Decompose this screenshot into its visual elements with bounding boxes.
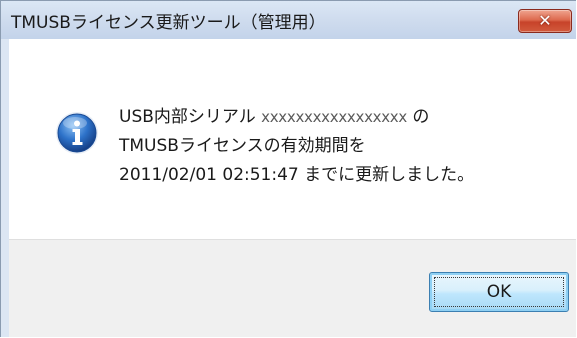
title-bar[interactable]: TMUSBライセンス更新ツール（管理用） ✕ (1, 1, 576, 39)
serial-label: USB内部シリアル (119, 107, 256, 127)
message-line-3: 2011/02/01 02:51:47 までに更新しました。 (119, 165, 475, 185)
message-text: USB内部シリアル xxxxxxxxxxxxxxxxx の TMUSBライセンス… (119, 103, 474, 190)
serial-number: xxxxxxxxxxxxxxxxx (261, 108, 407, 126)
button-bar: OK (9, 239, 576, 337)
info-icon (56, 112, 98, 154)
message-area: USB内部シリアル xxxxxxxxxxxxxxxxx の TMUSBライセンス… (9, 39, 576, 239)
window-title: TMUSBライセンス更新ツール（管理用） (11, 13, 326, 33)
message-line-2: TMUSBライセンスの有効期間を (119, 136, 366, 156)
close-icon: ✕ (538, 11, 552, 30)
dialog-window: TMUSBライセンス更新ツール（管理用） ✕ USB内部シリアル xxxxxxx… (0, 0, 576, 337)
close-button[interactable]: ✕ (518, 9, 572, 33)
message-line-1: USB内部シリアル xxxxxxxxxxxxxxxxx の (119, 103, 474, 132)
ok-button[interactable]: OK (429, 272, 569, 312)
serial-suffix: の (412, 107, 430, 127)
